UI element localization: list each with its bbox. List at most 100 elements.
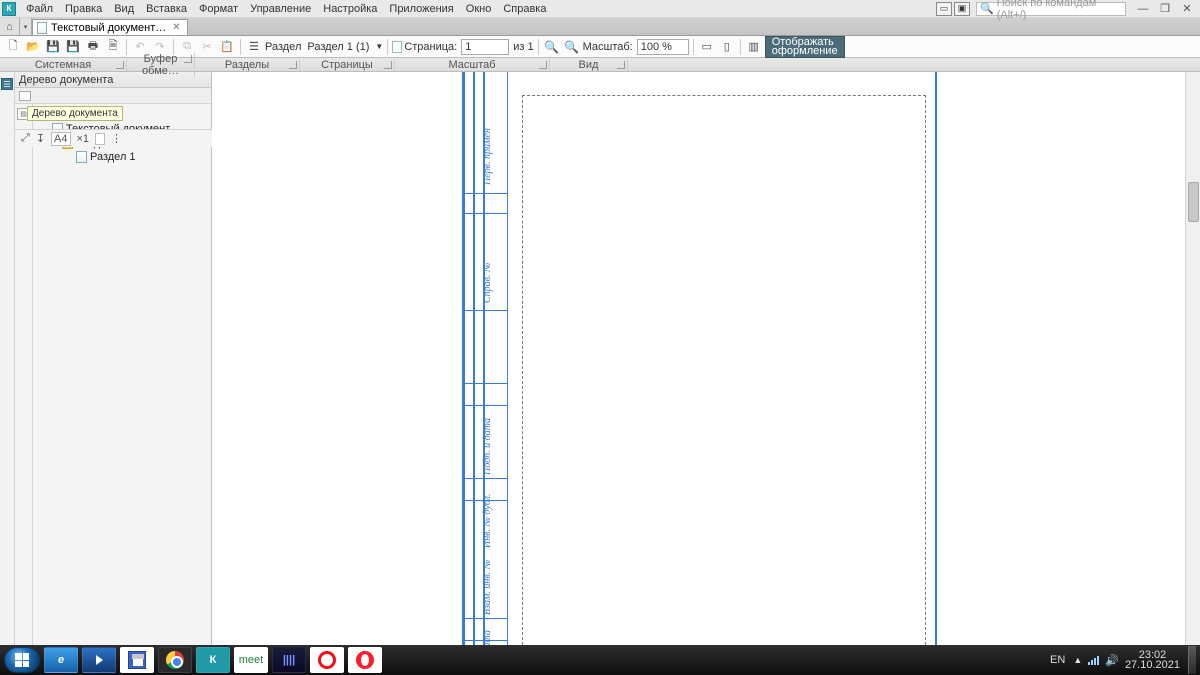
group-zoom: Масштаб [395,59,550,71]
window-restore-button[interactable]: ❐ [1154,1,1176,17]
taskbar-ie-button[interactable]: e [44,647,78,673]
chrome-icon [166,651,184,669]
vertical-scrollbar[interactable] [1185,72,1200,645]
page-total-label: из 1 [513,41,533,53]
scale-icon[interactable]: ⤢ [21,132,30,145]
start-button[interactable] [4,647,40,673]
taskbar-kompas-button[interactable]: К [196,647,230,673]
scrollbar-thumb[interactable] [1188,182,1199,222]
volume-icon[interactable]: 🔊 [1105,654,1119,667]
paste-button[interactable]: 📋 [218,38,236,56]
zoom-label: Масштаб: [583,41,633,53]
floppy-icon [128,651,146,669]
taskbar-chrome-button[interactable] [158,647,192,673]
group-launcher-icon[interactable] [289,61,297,69]
side-label-podp-data: Подп. и дата [482,418,493,475]
save-button[interactable]: 💾 [44,38,62,56]
menu-help[interactable]: Справка [497,1,552,17]
document-tab-strip: ⌂ ▾ Текстовый документ… ✕ [0,18,1200,36]
tree-section1-node[interactable]: Раздел 1 [35,150,209,164]
save-as-button[interactable]: 💾 [64,38,82,56]
panel-toolbar-icon[interactable] [19,91,31,101]
menu-view[interactable]: Вид [108,1,140,17]
page-thumb-icon[interactable] [95,133,105,145]
taskbar-wmplayer-button[interactable] [82,647,116,673]
network-icon[interactable] [1088,655,1099,665]
preview-button[interactable]: 🗎 [104,38,122,56]
tray-clock[interactable]: 23:02 27.10.2021 [1125,650,1180,670]
side-divider [464,383,508,384]
panel-toolbar [15,88,211,104]
inner-max-button[interactable]: ▣ [954,2,970,16]
print-button[interactable]: 🖶 [84,38,102,56]
menu-edit[interactable]: Правка [59,1,108,17]
panel-minibar: ▤ [15,104,33,645]
section-value: Раздел 1 (1) [305,41,371,53]
app-logo-icon: К [2,2,16,16]
page: Перв. примен Справ. № Подп. и дата Инв. … [462,73,1182,645]
system-tray[interactable]: EN ▲ 🔊 23:02 27.10.2021 [1048,650,1180,670]
page-icon [392,41,402,53]
section-selector[interactable]: Раздел Раздел 1 (1) ▼ [265,41,383,53]
page-label: Страница: [404,41,457,53]
more-icon[interactable]: ⋮ [111,132,122,145]
windows-taskbar: e К meet |||| EN ▲ 🔊 23:02 27.10.2021 [0,645,1200,675]
open-button[interactable]: 📂 [24,38,42,56]
document-canvas[interactable]: Перв. примен Справ. № Подп. и дата Инв. … [212,72,1200,645]
group-launcher-icon[interactable] [384,61,392,69]
taskbar-meet-button[interactable]: meet [234,647,268,673]
taskbar-app1-button[interactable]: |||| [272,647,306,673]
side-label-vzam-inv: Взам. инв. № [482,560,493,615]
cut-button[interactable]: ✂ [198,38,216,56]
zoom-input[interactable]: 100 % [637,39,689,55]
menu-window[interactable]: Окно [460,1,498,17]
window-minimize-button[interactable]: — [1132,1,1154,17]
menu-apps[interactable]: Приложения [383,1,459,17]
menu-format[interactable]: Формат [193,1,244,17]
group-view: Вид [550,59,628,71]
group-launcher-icon[interactable] [184,55,192,63]
page-number-input[interactable]: 1 [461,39,509,55]
rev-col-1 [464,72,474,645]
show-desktop-button[interactable] [1188,646,1196,674]
new-doc-button[interactable]: 🗋 [4,38,22,56]
taskbar-opera-button[interactable] [348,647,382,673]
menu-bar: К Файл Правка Вид Вставка Формат Управле… [0,0,1200,18]
section-props-button[interactable]: ☰ [245,38,263,56]
home-dropdown-button[interactable]: ▾ [20,18,32,35]
command-search-input[interactable]: 🔍 Поиск по командам (Alt+/) [976,2,1126,16]
group-launcher-icon[interactable] [539,61,547,69]
taskbar-explorer-button[interactable] [120,647,154,673]
group-launcher-icon[interactable] [116,61,124,69]
chevron-down-icon: ▼ [375,42,383,51]
left-rail: ☰ [0,72,15,645]
fit-width-button[interactable]: ▭ [698,38,716,56]
document-tab[interactable]: Текстовый документ… ✕ [32,19,188,35]
menu-insert[interactable]: Вставка [140,1,193,17]
document-tree-panel: Дерево документа ▤ Дерево документа Текс… [15,72,212,645]
home-tab-button[interactable]: ⌂ [0,18,20,35]
zoom-out-button[interactable]: 🔍 [563,38,581,56]
menu-setup[interactable]: Настройка [317,1,383,17]
menu-file[interactable]: Файл [20,1,59,17]
zoom-in-button[interactable]: 🔍 [543,38,561,56]
show-formatting-button[interactable]: Отображать оформление [765,36,845,58]
text-area-frame[interactable] [522,95,926,645]
columns-button[interactable]: ▥ [745,38,763,56]
sort-icon[interactable]: ↧ [36,132,45,145]
tray-chevron-up-icon[interactable]: ▲ [1073,655,1082,665]
panel-footer: ⤢ ↧ A4 ×1 ⋮ [15,129,212,147]
group-launcher-icon[interactable] [617,61,625,69]
page-multiplier-label: ×1 [77,133,90,145]
tree-rail-button[interactable]: ☰ [1,78,13,90]
document-tree[interactable]: Дерево документа Текстовый документ ▾ Ра… [33,104,211,645]
side-divider [464,478,508,479]
window-close-button[interactable]: ✕ [1176,1,1198,17]
language-indicator[interactable]: EN [1048,654,1067,666]
taskbar-app2-button[interactable] [310,647,344,673]
inner-min-button[interactable]: ▭ [936,2,952,16]
tab-close-button[interactable]: ✕ [170,22,182,33]
menu-manage[interactable]: Управление [244,1,317,17]
fit-page-button[interactable]: ▯ [718,38,736,56]
tree-tooltip: Дерево документа [27,106,123,121]
